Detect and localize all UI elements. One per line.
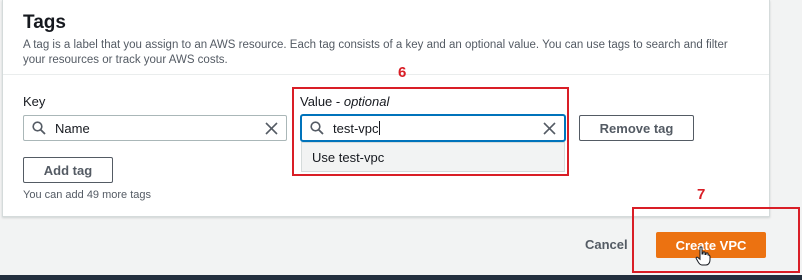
bottom-bar [0, 275, 802, 280]
hand-pointer-icon [695, 246, 711, 266]
add-tag-button[interactable]: Add tag [23, 157, 113, 183]
annotation-step-6: 6 [398, 64, 407, 81]
key-input[interactable]: Name [23, 115, 287, 141]
tags-description: A tag is a label that you assign to an A… [23, 39, 728, 66]
key-input-value: Name [55, 121, 90, 136]
tags-header: Tags A tag is a label that you assign to… [3, 0, 769, 75]
close-icon[interactable] [265, 122, 278, 135]
tags-remaining-hint: You can add 49 more tags [23, 189, 152, 201]
remove-tag-button[interactable]: Remove tag [579, 115, 694, 141]
key-label: Key [23, 94, 46, 109]
annotation-step-7: 7 [697, 186, 706, 203]
search-icon [32, 121, 46, 135]
annotation-box-value [292, 87, 569, 176]
cancel-button[interactable]: Cancel [585, 237, 628, 252]
create-vpc-button[interactable]: Create VPC [656, 232, 766, 258]
tags-title: Tags [23, 12, 66, 33]
